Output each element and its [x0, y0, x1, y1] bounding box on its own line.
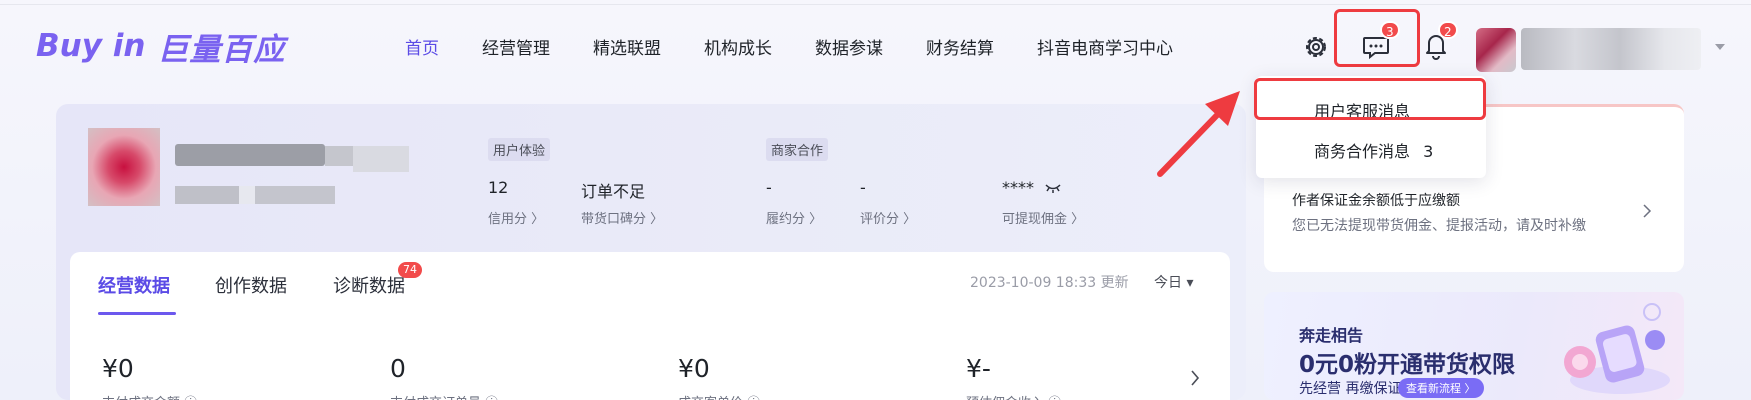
promo-view-button[interactable]: 查看新流程 〉 — [1398, 378, 1484, 398]
business-messages-label: 商务合作消息 — [1314, 142, 1411, 161]
kpi-aov-label: 成交客单价 ⓘ — [678, 392, 760, 400]
nav-finance[interactable]: 财务结算 — [926, 34, 994, 59]
credit-score-value: 12 — [488, 178, 509, 197]
reputation-link[interactable]: 带货口碑分 〉 — [581, 208, 663, 227]
gear-icon[interactable] — [1303, 34, 1329, 60]
fulfillment-value: - — [766, 178, 772, 197]
tab-creation-data[interactable]: 创作数据 — [215, 272, 287, 298]
tab-diagnosis-data[interactable]: 诊断数据 — [333, 272, 405, 298]
promo-line1: 奔走相告 — [1299, 326, 1364, 345]
promo-line2: 0元0粉开通带货权限 — [1299, 352, 1516, 378]
profile-name-blurred — [175, 144, 325, 166]
notice-desc: 您已无法提现带货佣金、提报活动，请及时补缴 — [1292, 218, 1586, 234]
kpi-gmv: ¥0 — [102, 354, 134, 383]
logo-cn: 巨量百应 — [157, 31, 286, 68]
profile-name-blurred-2 — [325, 146, 355, 166]
dropdown-business-messages[interactable]: 商务合作消息 3 — [1314, 138, 1433, 162]
credit-score-link[interactable]: 信用分 〉 — [488, 208, 544, 227]
chevron-right-icon[interactable] — [1190, 370, 1200, 386]
account-name[interactable] — [1521, 28, 1701, 70]
dropdown-user-service-messages[interactable]: 用户客服消息 — [1314, 98, 1410, 122]
business-messages-count: 3 — [1423, 142, 1434, 161]
profile-tag-blurred — [353, 146, 409, 172]
kpi-orders: 0 — [390, 354, 406, 383]
commission-value: **** — [1002, 178, 1034, 197]
nav-home[interactable]: 首页 — [405, 34, 439, 59]
top-nav: 首页 经营管理 精选联盟 机构成长 数据参谋 财务结算 抖音电商学习中心 — [405, 34, 1216, 59]
chevron-right-icon[interactable] — [1642, 204, 1652, 218]
diagnosis-badge: 74 — [398, 262, 422, 278]
kpi-gmv-label: 支付成交金额 ⓘ — [102, 392, 197, 400]
account-avatar[interactable] — [1476, 28, 1516, 72]
logo-en: Buy in — [36, 28, 146, 64]
rating-link[interactable]: 评价分 〉 — [860, 208, 916, 227]
message-dropdown: 用户客服消息 商务合作消息 3 — [1256, 76, 1486, 178]
tab-business-data[interactable]: 经营数据 — [98, 272, 170, 298]
kpi-commission-label: 预估佣金收入 ⓘ — [966, 392, 1061, 400]
kpi-commission: ¥- — [966, 354, 991, 383]
nav-alliance[interactable]: 精选联盟 — [593, 34, 661, 59]
nav-data[interactable]: 数据参谋 — [815, 34, 883, 59]
brand-logo[interactable]: Buy in 巨量百应 — [36, 26, 286, 68]
kpi-orders-label: 支付成交订单量 ⓘ — [390, 392, 498, 400]
notification-badge: 2 — [1438, 21, 1458, 39]
nav-growth[interactable]: 机构成长 — [704, 34, 772, 59]
commission-link[interactable]: 可提现佣金 〉 — [1002, 208, 1084, 227]
notice-title: 作者保证金余额低于应缴额 — [1292, 193, 1460, 209]
nav-operations[interactable]: 经营管理 — [482, 34, 550, 59]
active-tab-indicator — [98, 312, 176, 315]
reputation-value: 订单不足 — [581, 182, 646, 201]
rating-value: - — [860, 178, 866, 197]
message-badge: 3 — [1380, 21, 1400, 39]
promo-illustration — [1564, 303, 1670, 394]
top-divider — [0, 4, 1751, 5]
profile-id-blurred — [175, 186, 335, 204]
annotation-arrow-icon — [1157, 91, 1240, 177]
profile-avatar — [88, 128, 160, 206]
date-range-select[interactable]: 今日 ▾ — [1154, 272, 1193, 292]
update-time: 2023-10-09 18:33 更新 — [970, 275, 1129, 291]
kpi-aov: ¥0 — [678, 354, 710, 383]
user-experience-tag: 用户体验 — [488, 138, 551, 161]
fulfillment-link[interactable]: 履约分 〉 — [766, 208, 822, 227]
eye-closed-icon[interactable] — [1044, 182, 1062, 194]
chevron-down-icon[interactable] — [1714, 42, 1726, 52]
business-tag: 商家合作 — [766, 138, 829, 161]
nav-learning[interactable]: 抖音电商学习中心 — [1037, 34, 1173, 59]
